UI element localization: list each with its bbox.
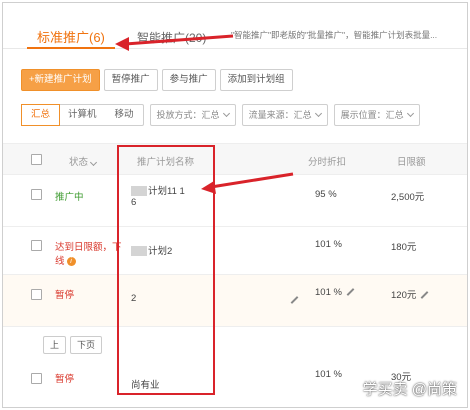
annotation-arrow-tab [115, 34, 234, 51]
annotation-arrows [115, 34, 294, 194]
screenshot-frame: 标准推广(6) 智能推广(20) "智能推广"即老版的"批量推广"，智能推广计划… [2, 2, 468, 408]
annotation-arrow-name [201, 172, 294, 194]
watermark: 学买卖 @尚策 [362, 381, 457, 398]
